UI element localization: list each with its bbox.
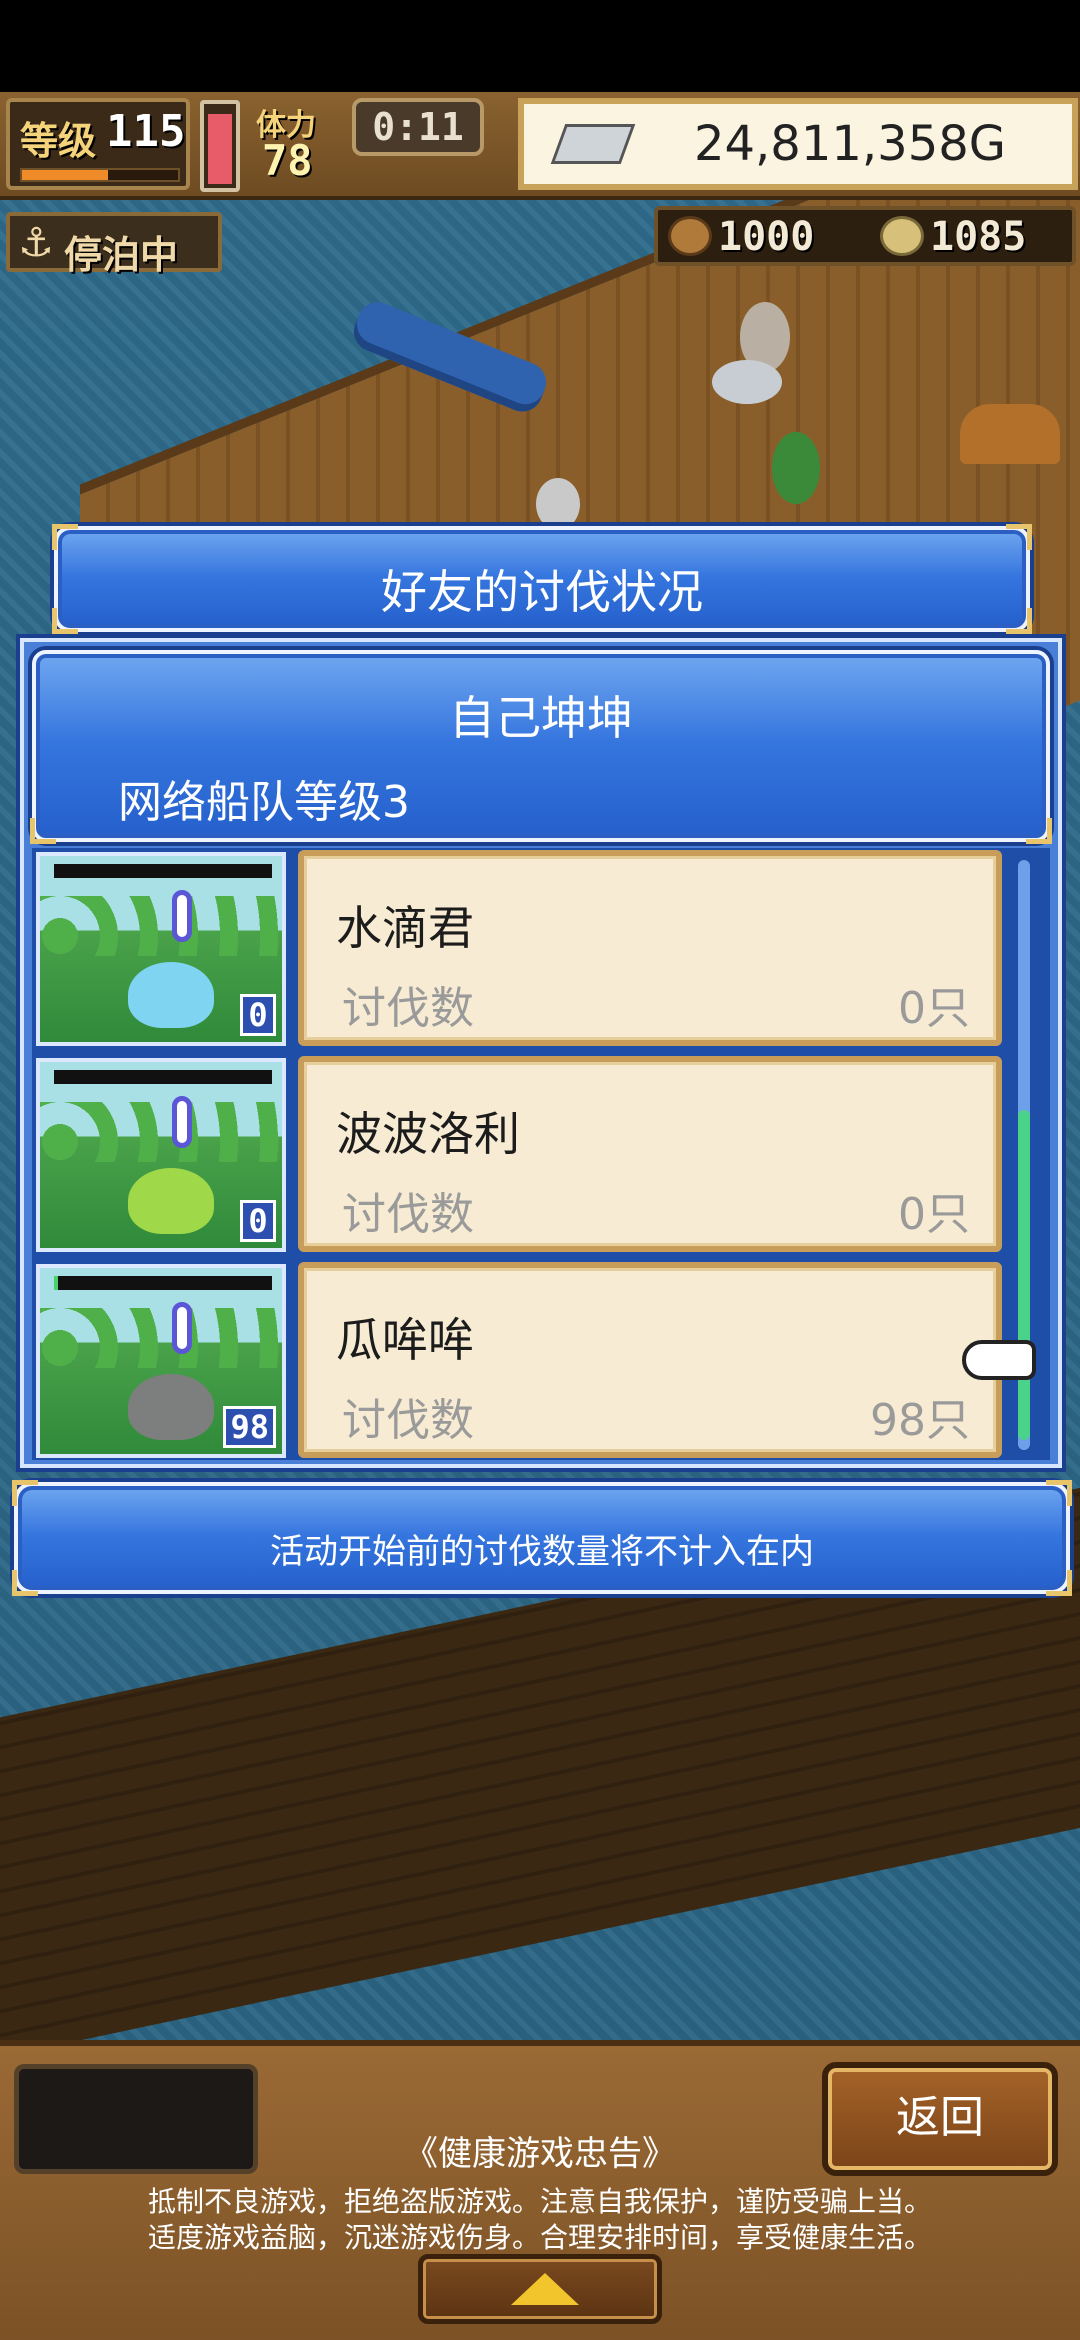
coin-icon bbox=[880, 216, 924, 256]
anchor-icon: ⚓ bbox=[18, 220, 54, 266]
exclamation-icon bbox=[172, 890, 192, 942]
corner-ornament bbox=[1006, 524, 1032, 550]
defeat-count-value: 0只 bbox=[898, 983, 970, 1034]
dialog-title: 好友的讨伐状况 bbox=[381, 565, 703, 619]
crew-sprite bbox=[772, 432, 820, 504]
health-advice-line: 适度游戏益脑，沉迷游戏伤身。合理安排时间，享受健康生活。 bbox=[147, 2221, 932, 2254]
blob-sprite bbox=[712, 360, 782, 404]
monster-name: 水滴君 bbox=[336, 901, 474, 955]
stamina-gauge-fill bbox=[208, 114, 232, 184]
defeat-count-label: 讨伐数 bbox=[342, 983, 474, 1034]
pointing-hand-icon bbox=[962, 1340, 1036, 1380]
exclamation-icon bbox=[172, 1302, 192, 1354]
monster-name: 瓜哞哞 bbox=[336, 1313, 474, 1367]
stamina-gauge bbox=[200, 100, 240, 192]
forest-backdrop bbox=[40, 896, 282, 956]
corner-ornament bbox=[30, 818, 56, 844]
monster-hp-bar bbox=[54, 1070, 272, 1084]
monster-info-card: 波波洛利 讨伐数 0只 bbox=[298, 1056, 1002, 1252]
defeat-count-value: 0只 bbox=[898, 1189, 970, 1240]
level-indicator: 等级 115 bbox=[6, 98, 190, 190]
list-item[interactable]: 98 瓜哞哞 讨伐数 98只 bbox=[32, 1260, 1042, 1460]
timer: 0:11 bbox=[352, 98, 484, 156]
docked-status[interactable]: ⚓ 停泊中 bbox=[6, 212, 222, 277]
dialog-title-panel: 好友的讨伐状况 bbox=[52, 524, 1032, 634]
monster-hp-bar-fill bbox=[54, 1276, 59, 1290]
expand-menu-button[interactable] bbox=[418, 2254, 662, 2324]
monster-thumbnail: 0 bbox=[36, 852, 286, 1046]
resource-bar: 1000 1085 bbox=[654, 206, 1076, 266]
friend-header: 自己坤坤 网络船队等级3 bbox=[30, 650, 1052, 844]
monster-hp-bar bbox=[54, 864, 272, 878]
health-advice-line: 抵制不良游戏，拒绝盗版游戏。注意自我保护，谨防受骗上当。 bbox=[147, 2185, 932, 2218]
health-advice-title: 《健康游戏忠告》 bbox=[404, 2134, 676, 2174]
monster-hp-bar bbox=[54, 1276, 272, 1290]
corner-ornament bbox=[52, 524, 78, 550]
xp-bar bbox=[20, 168, 180, 182]
corner-ornament bbox=[1046, 1480, 1072, 1506]
monster-list[interactable]: 0 水滴君 讨伐数 0只 0 波波洛利 讨伐数 0只 98 瓜哞哞 讨伐数 98… bbox=[32, 848, 1050, 1460]
defeat-count-value: 98只 bbox=[870, 1395, 970, 1446]
monster-count-badge: 0 bbox=[240, 994, 276, 1036]
forest-backdrop bbox=[40, 1102, 282, 1162]
notice-text: 活动开始前的讨伐数量将不计入在内 bbox=[270, 1532, 814, 1572]
monster-info-card: 瓜哞哞 讨伐数 98只 bbox=[298, 1262, 1002, 1458]
hut-sprite bbox=[960, 404, 1060, 464]
docked-status-label: 停泊中 bbox=[64, 233, 179, 277]
corner-ornament bbox=[1046, 1570, 1072, 1596]
monster-count-badge: 0 bbox=[240, 1200, 276, 1242]
level-label: 等级 bbox=[20, 119, 97, 163]
forest-backdrop bbox=[40, 1308, 282, 1368]
arrow-up-icon bbox=[511, 2273, 579, 2305]
notice-panel: 活动开始前的讨伐数量将不计入在内 bbox=[12, 1480, 1072, 1596]
level-value: 115 bbox=[106, 106, 186, 157]
status-bar bbox=[0, 0, 1080, 92]
monster-count-badge: 98 bbox=[223, 1406, 276, 1448]
monster-sprite bbox=[128, 962, 214, 1028]
fleet-level: 网络船队等级3 bbox=[118, 777, 410, 828]
monster-thumbnail: 98 bbox=[36, 1264, 286, 1458]
silver-bar-icon bbox=[550, 124, 636, 164]
monster-thumbnail: 0 bbox=[36, 1058, 286, 1252]
crew-sprite bbox=[536, 478, 580, 530]
wood-barrel-icon bbox=[668, 216, 712, 256]
defeat-count-label: 讨伐数 bbox=[342, 1395, 474, 1446]
resource-1-value: 1000 bbox=[718, 214, 815, 260]
monster-info-card: 水滴君 讨伐数 0只 bbox=[298, 850, 1002, 1046]
monster-sprite bbox=[128, 1374, 214, 1440]
money-value: 24,811,358G bbox=[693, 116, 1006, 172]
corner-ornament bbox=[12, 1480, 38, 1506]
corner-ornament bbox=[1026, 818, 1052, 844]
friend-name: 自己坤坤 bbox=[449, 691, 633, 745]
list-item[interactable]: 0 波波洛利 讨伐数 0只 bbox=[32, 1054, 1042, 1254]
xp-bar-fill bbox=[22, 170, 108, 180]
money-display: 24,811,358G bbox=[518, 98, 1078, 190]
monster-sprite bbox=[128, 1168, 214, 1234]
exclamation-icon bbox=[172, 1096, 192, 1148]
corner-ornament bbox=[12, 1570, 38, 1596]
list-item[interactable]: 0 水滴君 讨伐数 0只 bbox=[32, 848, 1042, 1048]
monster-name: 波波洛利 bbox=[336, 1107, 520, 1161]
stamina-value: 78 bbox=[262, 136, 313, 185]
resource-2-value: 1085 bbox=[930, 214, 1027, 260]
defeat-count-label: 讨伐数 bbox=[342, 1189, 474, 1240]
list-scrollbar-thumb[interactable] bbox=[1018, 1110, 1030, 1440]
